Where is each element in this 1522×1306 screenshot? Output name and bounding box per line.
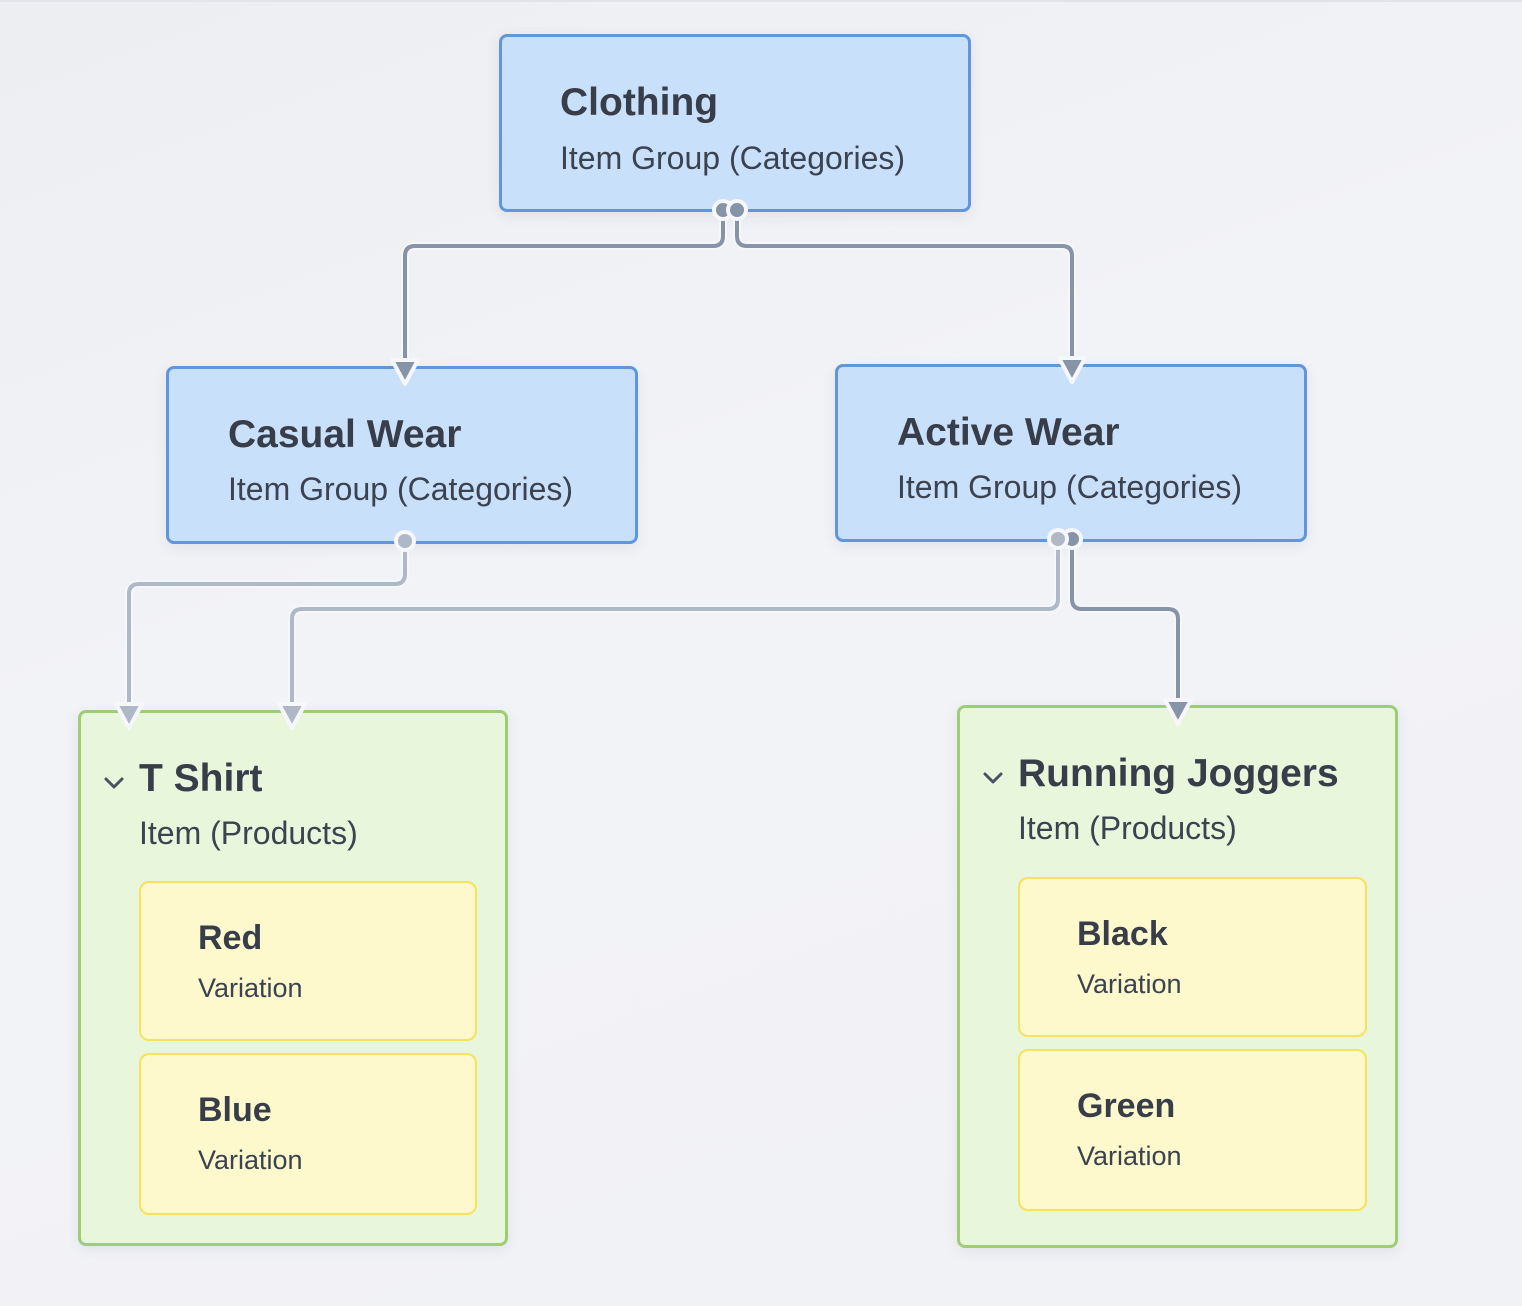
variation-blue[interactable]: Blue Variation [139, 1053, 477, 1215]
variation-title: Red [198, 919, 263, 957]
edge-casual-wear-t-shirt[interactable] [114, 530, 416, 730]
variation-title: Black [1077, 915, 1168, 953]
chevron-down-icon[interactable] [103, 775, 125, 791]
node-t-shirt[interactable]: T Shirt Item (Products) Red Variation Bl… [78, 710, 508, 1246]
edge-active-wear-t-shirt[interactable] [277, 539, 1062, 730]
node-title: Casual Wear [228, 413, 462, 456]
variation-black[interactable]: Black Variation [1018, 877, 1367, 1037]
edge-clothing-active-wear[interactable] [726, 199, 1087, 384]
variation-subtitle: Variation [1077, 969, 1182, 999]
node-title: T Shirt [139, 757, 263, 800]
node-subtitle: Item Group (Categories) [228, 471, 574, 507]
node-subtitle: Item Group (Categories) [560, 140, 906, 176]
variation-subtitle: Variation [1077, 1141, 1182, 1171]
top-border [0, 0, 1522, 2]
node-active-wear[interactable]: Active Wear Item Group (Categories) [835, 364, 1307, 542]
node-subtitle: Item (Products) [139, 815, 358, 851]
node-subtitle: Item Group (Categories) [897, 469, 1243, 505]
variation-title: Blue [198, 1091, 272, 1129]
edge-active-wear-running-joggers[interactable] [1047, 528, 1193, 726]
variation-title: Green [1077, 1087, 1176, 1125]
node-casual-wear[interactable]: Casual Wear Item Group (Categories) [166, 366, 638, 544]
node-clothing[interactable]: Clothing Item Group (Categories) [499, 34, 971, 212]
variation-green[interactable]: Green Variation [1018, 1049, 1367, 1211]
node-title: Active Wear [897, 411, 1120, 454]
variation-red[interactable]: Red Variation [139, 881, 477, 1041]
edge-clothing-casual-wear[interactable] [390, 199, 734, 386]
variation-subtitle: Variation [198, 1145, 303, 1175]
variation-subtitle: Variation [198, 973, 303, 1003]
node-title: Running Joggers [1018, 752, 1339, 795]
node-running-joggers[interactable]: Running Joggers Item (Products) Black Va… [957, 705, 1398, 1248]
chevron-down-icon[interactable] [982, 770, 1004, 786]
node-subtitle: Item (Products) [1018, 810, 1237, 846]
node-title: Clothing [560, 81, 719, 124]
